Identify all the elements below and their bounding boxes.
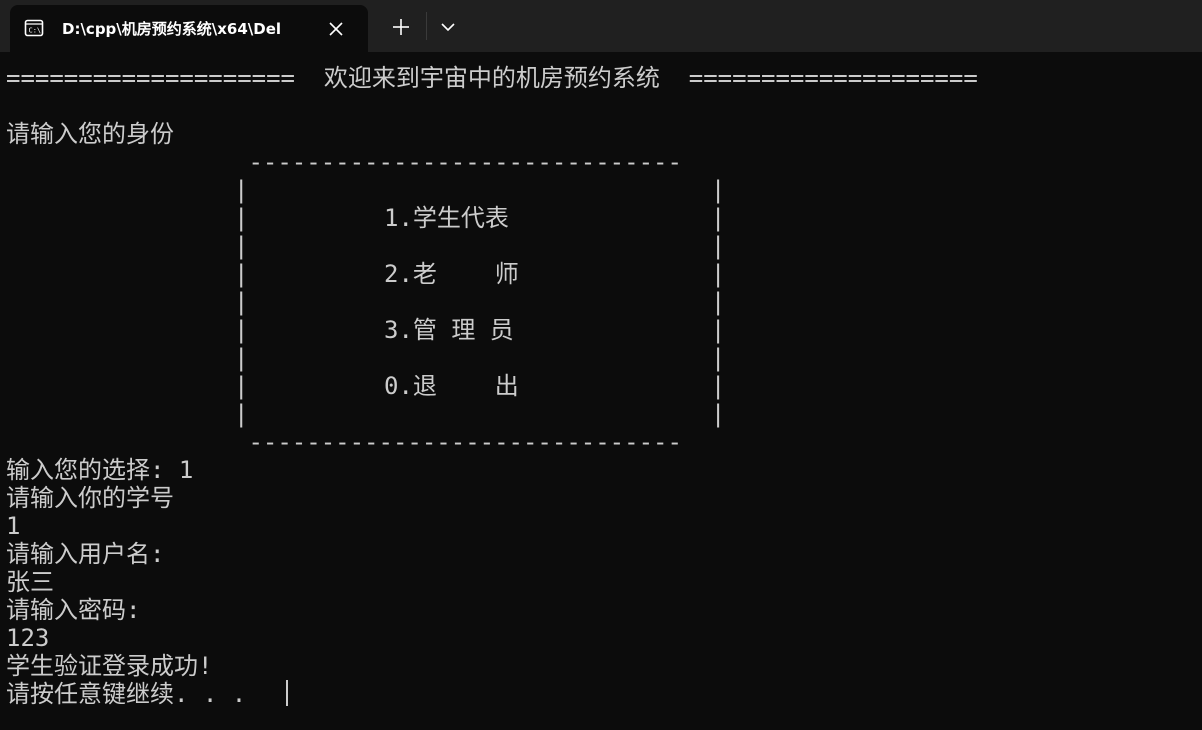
- output-line: 请按任意键继续. . .: [6, 680, 247, 708]
- output-line: 123: [6, 624, 50, 652]
- tab-bar: C:\ D:\cpp\机房预约系统\x64\Del: [0, 0, 1202, 52]
- menu-side: | |: [234, 232, 726, 260]
- output-line: 1: [6, 512, 21, 540]
- menu-side: | |: [234, 288, 726, 316]
- menu-top-border: ------------------------------: [234, 148, 697, 176]
- banner: ==================== 欢迎来到宇宙中的机房预约系统 ====…: [6, 64, 978, 92]
- close-icon[interactable]: [326, 19, 346, 39]
- toolbar-divider: [426, 12, 427, 40]
- menu-side: | |: [234, 400, 726, 428]
- output-line: 请输入密码:: [6, 596, 141, 624]
- menu-side: | |: [234, 344, 726, 372]
- text-cursor: [286, 680, 288, 706]
- prompt-identity: 请输入您的身份: [6, 120, 174, 148]
- menu-item-student: 1.学生代表: [384, 204, 509, 232]
- output-line: 请输入你的学号: [6, 484, 174, 512]
- chevron-down-icon[interactable]: [438, 17, 458, 37]
- output-line: 张三: [6, 568, 54, 596]
- menu-item-exit: 0.退 出: [384, 372, 519, 400]
- menu-side: | |: [234, 176, 726, 204]
- output-line: 请输入用户名:: [6, 540, 165, 568]
- menu-bottom-border: ------------------------------: [234, 428, 697, 456]
- terminal-window: C:\ D:\cpp\机房预约系统\x64\Del ==============…: [0, 0, 1202, 730]
- svg-text:C:\: C:\: [29, 27, 42, 35]
- tab-title: D:\cpp\机房预约系统\x64\Del: [62, 20, 282, 38]
- output-line: 学生验证登录成功!: [6, 652, 213, 680]
- terminal-output[interactable]: ==================== 欢迎来到宇宙中的机房预约系统 ====…: [0, 52, 1202, 730]
- plus-icon[interactable]: [390, 16, 412, 38]
- tab-active[interactable]: C:\ D:\cpp\机房预约系统\x64\Del: [10, 5, 368, 52]
- terminal-icon: C:\: [24, 18, 44, 38]
- menu-item-teacher: 2.老 师: [384, 260, 519, 288]
- menu-item-admin: 3.管 理 员: [384, 316, 514, 344]
- output-line: 输入您的选择: 1: [6, 456, 194, 484]
